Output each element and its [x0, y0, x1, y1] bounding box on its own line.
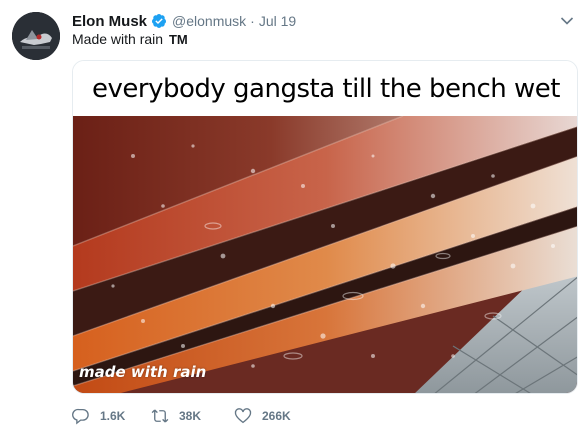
wet-bench-photo [73, 116, 577, 393]
tweet-header: Elon Musk @elonmusk · Jul 19 [72, 11, 296, 31]
retweet-count: 38K [179, 409, 202, 423]
tweet-body: Made with rain [72, 31, 164, 47]
retweet-button[interactable]: 38K [151, 407, 201, 425]
reply-icon [72, 408, 89, 425]
separator-dot: · [250, 13, 255, 29]
like-count: 266K [262, 409, 291, 423]
tweet-media[interactable]: everybody gangsta till the bench wet mad… [72, 60, 578, 394]
tweet-card[interactable]: Elon Musk @elonmusk · Jul 19 Made with r… [0, 0, 588, 432]
meme-caption-bar: everybody gangsta till the bench wet [73, 61, 577, 116]
user-handle[interactable]: @elonmusk [172, 13, 246, 29]
meme-caption: everybody gangsta till the bench wet [92, 73, 560, 104]
chevron-down-icon[interactable] [559, 13, 575, 29]
verified-badge-icon [152, 14, 167, 28]
retweet-icon [151, 409, 169, 423]
tweet-date[interactable]: Jul 19 [259, 13, 296, 29]
trademark-suffix: TM [168, 32, 188, 47]
display-name[interactable]: Elon Musk [72, 13, 147, 30]
avatar-image [12, 12, 60, 60]
photo-watermark: made with rain [79, 363, 207, 381]
like-button[interactable]: 266K [234, 407, 291, 425]
avatar[interactable] [12, 12, 60, 60]
reply-button[interactable]: 1.6K [72, 407, 125, 425]
reply-count: 1.6K [100, 409, 126, 423]
heart-icon [234, 408, 252, 424]
tweet-text: Made with rain TM [72, 31, 188, 47]
